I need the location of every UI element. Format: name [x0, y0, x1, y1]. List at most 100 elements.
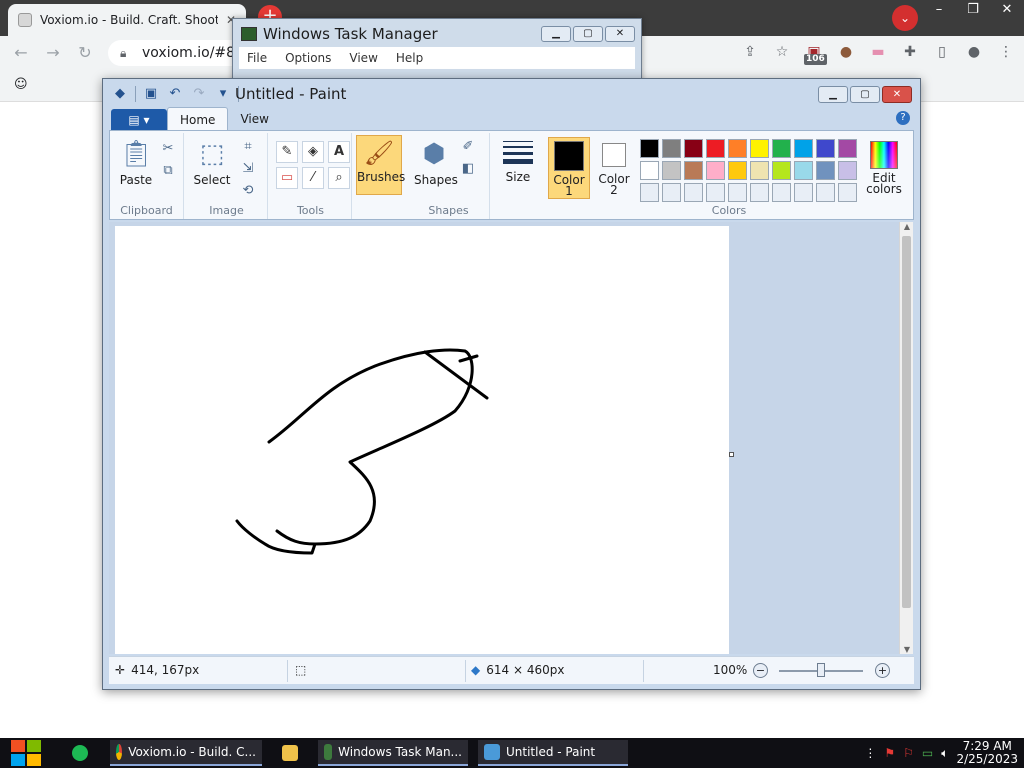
palette-swatch-custom-5[interactable] [750, 183, 769, 202]
palette-swatch-r1-7[interactable] [794, 139, 813, 158]
taskbar-explorer[interactable] [276, 740, 304, 766]
palette-swatch-custom-0[interactable] [640, 183, 659, 202]
select-button[interactable]: ⬚ Select [192, 137, 232, 187]
extension-icon[interactable]: ▣ 106 [802, 40, 827, 65]
eraser-icon[interactable]: ▭ [276, 167, 298, 189]
flag-icon[interactable]: ⚐ [903, 746, 914, 760]
taskbar-item-task-manager[interactable]: Windows Task Man... [318, 740, 468, 766]
tab-view[interactable]: View [228, 107, 280, 131]
palette-swatch-r1-3[interactable] [706, 139, 725, 158]
profile-icon[interactable]: ● [962, 40, 986, 64]
reload-icon[interactable]: ↻ [74, 42, 96, 64]
size-button[interactable]: Size [498, 137, 538, 184]
paste-button[interactable]: 📋︎ Paste [118, 137, 154, 187]
help-icon[interactable]: ? [896, 111, 910, 125]
extension-flag-icon[interactable]: ▬ [866, 40, 890, 64]
color1-button[interactable]: Color 1 [548, 137, 590, 199]
palette-swatch-custom-6[interactable] [772, 183, 791, 202]
resize-icon[interactable]: ⇲ [238, 159, 258, 179]
redo-icon[interactable]: ↷ [190, 85, 208, 103]
back-icon[interactable]: ← [10, 42, 32, 64]
pencil-icon[interactable]: ✎ [276, 141, 298, 163]
palette-swatch-r1-4[interactable] [728, 139, 747, 158]
minimize-icon[interactable]: – [922, 0, 956, 22]
undo-icon[interactable]: ↶ [166, 85, 184, 103]
outline-icon[interactable]: ✐ [458, 137, 478, 157]
taskbar-item-chrome[interactable]: Voxiom.io - Build. C... [110, 740, 262, 766]
text-icon[interactable]: A [328, 141, 350, 163]
menu-file[interactable]: File [247, 47, 267, 69]
restore-icon[interactable]: ❐ [956, 0, 990, 22]
rotate-icon[interactable]: ⟲ [238, 181, 258, 201]
palette-swatch-r2-4[interactable] [728, 161, 747, 180]
palette-swatch-r2-2[interactable] [684, 161, 703, 180]
palette-swatch-r2-5[interactable] [750, 161, 769, 180]
network-icon[interactable]: ▭ [922, 746, 933, 760]
palette-swatch-r1-1[interactable] [662, 139, 681, 158]
taskbar-spotify[interactable] [66, 740, 94, 766]
palette-swatch-custom-4[interactable] [728, 183, 747, 202]
color-picker-icon[interactable]: ⁄ [302, 167, 324, 189]
palette-swatch-custom-3[interactable] [706, 183, 725, 202]
shape-fill-icon[interactable]: ◧ [458, 159, 478, 179]
scroll-down-icon[interactable]: ▼ [900, 645, 914, 654]
address-bar[interactable]: 🔒︎ voxiom.io/#80 [108, 40, 248, 66]
maximize-icon[interactable]: ▢ [850, 86, 880, 103]
palette-swatch-r1-9[interactable] [838, 139, 857, 158]
tab-home[interactable]: Home [167, 107, 229, 131]
paint-titlebar[interactable]: ◆ ▣ ↶ ↷ ▾ Untitled - Paint ▁ ▢ ✕ [103, 79, 920, 109]
menu-view[interactable]: View [349, 47, 377, 69]
side-panel-icon[interactable]: ▯ [930, 40, 954, 64]
zoom-out-icon[interactable]: − [753, 663, 768, 678]
scroll-thumb[interactable] [902, 236, 911, 608]
menu-options[interactable]: Options [285, 47, 331, 69]
bookmark-star-icon[interactable]: ☆ [770, 40, 794, 64]
menu-help[interactable]: Help [396, 47, 423, 69]
browser-tab[interactable]: Voxiom.io - Build. Craft. Shoot ✕ [8, 4, 246, 36]
windows-start-icon[interactable] [10, 739, 42, 767]
share-icon[interactable]: ⇪ [738, 40, 762, 64]
palette-swatch-r2-7[interactable] [794, 161, 813, 180]
zoom-in-icon[interactable]: + [875, 663, 890, 678]
color2-button[interactable]: Color 2 [594, 137, 634, 199]
palette-swatch-r2-8[interactable] [816, 161, 835, 180]
brushes-button[interactable]: 🖌︎ Brushes [356, 135, 405, 195]
palette-swatch-r1-6[interactable] [772, 139, 791, 158]
scroll-up-icon[interactable]: ▲ [900, 222, 914, 231]
taskbar-clock[interactable]: 7:29 AM 2/25/2023 [956, 740, 1018, 766]
palette-swatch-r2-6[interactable] [772, 161, 791, 180]
bookmark-item[interactable]: ☺ [14, 77, 34, 92]
extensions-puzzle-icon[interactable]: ✚ [898, 40, 922, 64]
save-icon[interactable]: ▣ [142, 85, 160, 103]
palette-swatch-custom-1[interactable] [662, 183, 681, 202]
minimize-icon[interactable]: ▁ [818, 86, 848, 103]
fill-icon[interactable]: ◈ [302, 141, 324, 163]
copy-icon[interactable]: ⧉ [158, 161, 178, 181]
palette-swatch-r2-3[interactable] [706, 161, 725, 180]
task-manager-titlebar[interactable]: Windows Task Manager [241, 25, 438, 43]
palette-swatch-custom-8[interactable] [816, 183, 835, 202]
taskbar-item-paint[interactable]: Untitled - Paint [478, 740, 628, 766]
tray-more-icon[interactable]: ⋮ [864, 746, 876, 760]
chevron-down-icon[interactable]: ⌄ [892, 5, 918, 31]
palette-swatch-r1-5[interactable] [750, 139, 769, 158]
palette-swatch-custom-2[interactable] [684, 183, 703, 202]
palette-swatch-r1-0[interactable] [640, 139, 659, 158]
paint-window[interactable]: ◆ ▣ ↶ ↷ ▾ Untitled - Paint ▁ ▢ ✕ ▤ ▾ Hom… [102, 78, 921, 690]
palette-swatch-r1-2[interactable] [684, 139, 703, 158]
close-icon[interactable]: ✕ [605, 26, 635, 42]
more-menu-icon[interactable]: ⋮ [994, 40, 1018, 64]
palette-swatch-custom-9[interactable] [838, 183, 857, 202]
vertical-scrollbar[interactable]: ▲ ▼ [899, 222, 913, 654]
edit-colors-button[interactable]: Edit colors [864, 141, 904, 195]
extension-avatar-icon[interactable]: ● [834, 40, 858, 64]
minimize-icon[interactable]: ▁ [541, 26, 571, 42]
volume-icon[interactable]: 🔈︎ [941, 746, 948, 761]
palette-swatch-custom-7[interactable] [794, 183, 813, 202]
action-center-flag-icon[interactable]: ⚑ [884, 746, 895, 760]
drawing-canvas[interactable] [115, 226, 729, 654]
palette-swatch-r1-8[interactable] [816, 139, 835, 158]
cut-icon[interactable]: ✂ [158, 139, 178, 159]
palette-swatch-r2-0[interactable] [640, 161, 659, 180]
shapes-button[interactable]: ⬢ Shapes [414, 137, 458, 187]
